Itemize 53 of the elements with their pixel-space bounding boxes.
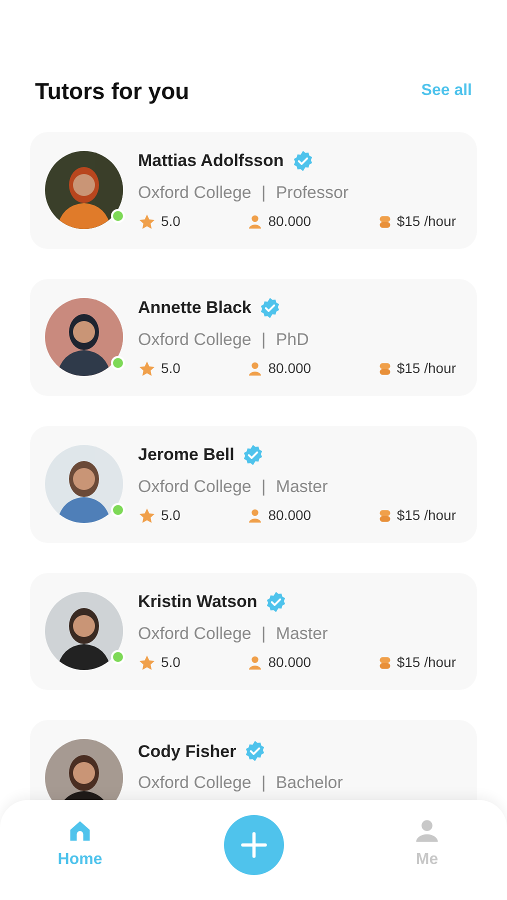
student-count: 80.000 [268, 506, 312, 525]
price: $15 /hour [396, 506, 456, 525]
student-count: 80.000 [268, 212, 312, 231]
tutor-card[interactable]: Jerome Bell Oxford College | Master 5.0 80.000 $15 /hour [30, 426, 477, 542]
rating: 5.0 [161, 506, 180, 525]
rating: 5.0 [161, 653, 180, 672]
separator: | [261, 622, 266, 645]
degree: Master [276, 476, 328, 498]
person-icon [247, 506, 264, 524]
section-title: Tutors for you [35, 77, 190, 106]
rating: 5.0 [161, 359, 180, 378]
star-icon [138, 506, 156, 524]
verified-badge-icon [259, 296, 282, 319]
separator: | [261, 476, 266, 498]
tutor-card[interactable]: Annette Black Oxford College | PhD 5.0 80.000 $15 /hour [30, 278, 477, 396]
plus-icon [238, 830, 268, 860]
student-count: 80.000 [268, 359, 312, 378]
person-icon [247, 360, 264, 378]
tutor-name: Kristin Watson [138, 591, 258, 613]
school-name: Oxford College [138, 772, 252, 794]
person-icon [247, 212, 264, 230]
price: $15 /hour [396, 653, 456, 672]
school-name: Oxford College [138, 622, 252, 644]
verified-badge-icon [244, 740, 266, 762]
degree: Professor [276, 182, 349, 204]
degree: PhD [276, 328, 309, 350]
student-count: 80.000 [268, 653, 312, 672]
star-icon [138, 360, 156, 378]
price: $15 /hour [396, 212, 456, 231]
tutor-card[interactable]: Mattias Adolfsson Oxford College | Professor 5.0 80.000 $15 /hour [30, 132, 477, 248]
verified-badge-icon [242, 444, 264, 466]
tutor-name: Mattias Adolfsson [138, 150, 284, 172]
tutor-name: Cody Fisher [138, 740, 236, 762]
degree: Master [276, 622, 328, 644]
separator: | [261, 772, 266, 794]
school-name: Oxford College [138, 328, 252, 350]
school-name: Oxford College [138, 476, 252, 498]
tutor-card[interactable]: Kristin Watson Oxford College | Master 5.0 80.000 $15 /hour [30, 572, 477, 690]
school-name: Oxford College [138, 182, 252, 204]
tutor-name: Annette Black [138, 297, 252, 319]
tutor-name: Jerome Bell [138, 444, 234, 466]
separator: | [261, 328, 266, 351]
verified-badge-icon [265, 590, 288, 613]
rating: 5.0 [161, 212, 180, 231]
star-icon [138, 654, 156, 672]
verified-badge-icon [292, 150, 314, 172]
tutor-card[interactable]: Cody Fisher Oxford College | Bachelor [30, 720, 477, 800]
degree: Bachelor [276, 772, 343, 794]
person-icon [414, 818, 440, 844]
separator: | [261, 182, 266, 204]
price: $15 /hour [396, 359, 456, 378]
person-icon [247, 654, 264, 672]
star-icon [138, 212, 156, 230]
